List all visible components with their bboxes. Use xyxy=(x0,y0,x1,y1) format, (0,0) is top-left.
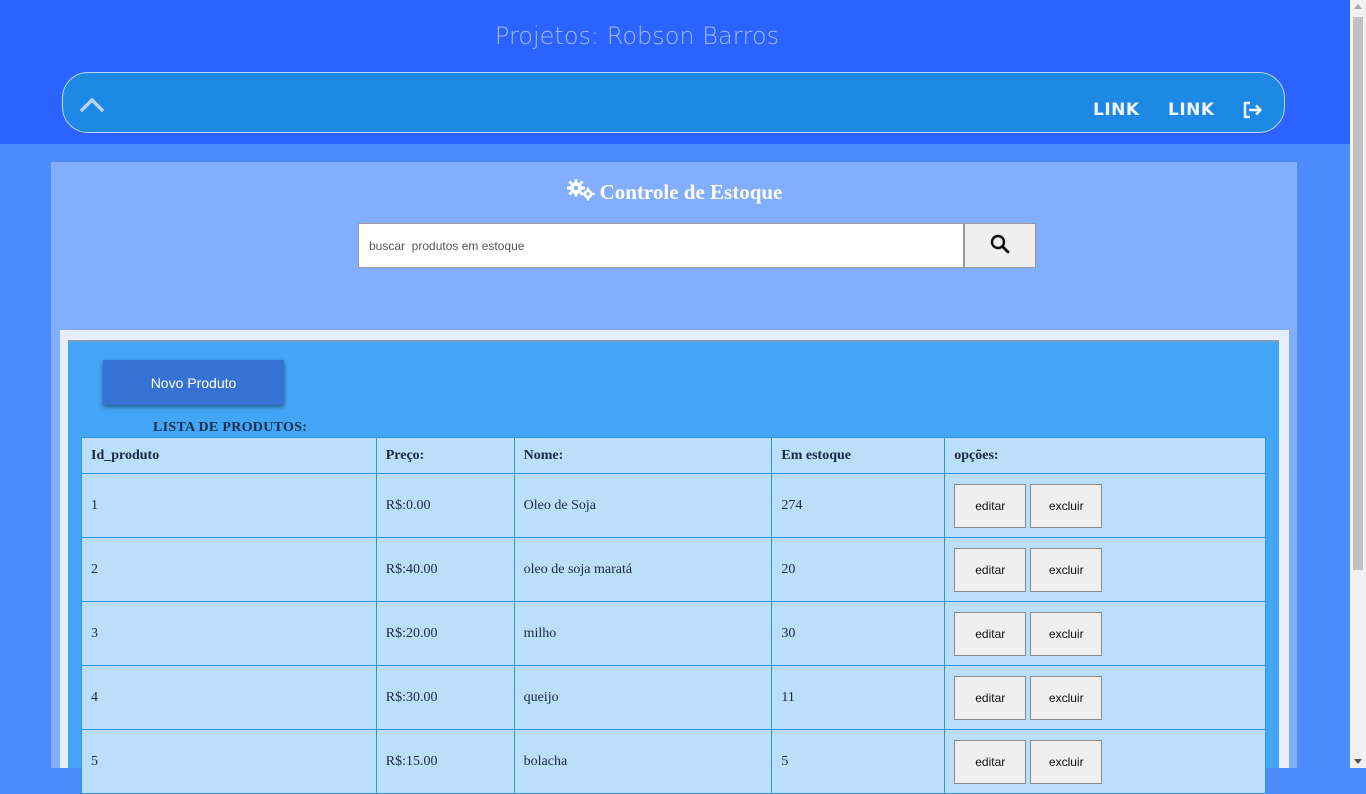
search-button[interactable] xyxy=(964,223,1036,268)
cell-name: milho xyxy=(513,601,773,666)
edit-button[interactable]: editar xyxy=(954,483,1027,528)
delete-button[interactable]: excluir xyxy=(1030,675,1103,720)
scrollbar[interactable] xyxy=(1350,0,1366,768)
column-header: Nome: xyxy=(513,437,773,474)
cell-id: 4 xyxy=(81,665,377,730)
table-row: 1 R$:0.00 Oleo de Soja 274 editar excluir xyxy=(81,473,1266,538)
column-header: Id_produto xyxy=(81,437,377,474)
gears-icon xyxy=(566,179,596,207)
cell-stock: 11 xyxy=(771,665,946,730)
column-header: Preço: xyxy=(375,437,515,474)
stock-panel: Controle de Estoque Novo Produto LISTA D… xyxy=(51,162,1297,794)
edit-button[interactable]: editar xyxy=(954,739,1027,784)
cell-stock: 5 xyxy=(771,729,946,794)
logout-icon[interactable] xyxy=(1241,100,1265,120)
nav-link-1[interactable]: LINK xyxy=(1093,100,1140,120)
search-input[interactable] xyxy=(358,223,964,268)
site-title: Projetos: Robson Barros xyxy=(494,22,780,50)
cell-stock: 274 xyxy=(771,473,946,538)
delete-button[interactable]: excluir xyxy=(1030,611,1103,656)
cell-price: R$:0.00 xyxy=(375,473,515,538)
cell-stock: 30 xyxy=(771,601,946,666)
chevron-up-icon[interactable] xyxy=(77,94,107,114)
delete-button[interactable]: excluir xyxy=(1030,547,1103,592)
cell-price: R$:20.00 xyxy=(375,601,515,666)
edit-button[interactable]: editar xyxy=(954,675,1027,720)
cell-id: 1 xyxy=(81,473,377,538)
cell-name: bolacha xyxy=(513,729,773,794)
cell-name: oleo de soja maratá xyxy=(513,537,773,602)
panel-title: Controle de Estoque xyxy=(599,180,783,204)
table-row: 4 R$:30.00 queijo 11 editar excluir xyxy=(81,665,1266,730)
cell-options: editar excluir xyxy=(944,473,1266,538)
cell-price: R$:40.00 xyxy=(375,537,515,602)
nav-link-2[interactable]: LINK xyxy=(1168,100,1215,120)
panel-heading: Controle de Estoque xyxy=(51,179,1297,207)
new-product-button[interactable]: Novo Produto xyxy=(103,360,284,405)
content-frame: Novo Produto LISTA DE PRODUTOS: Id_produ… xyxy=(60,330,1289,794)
navbar: LINK LINK xyxy=(62,72,1285,133)
list-caption: LISTA DE PRODUTOS: xyxy=(153,420,308,435)
table-header-row: Id_produto Preço: Nome: Em estoque opçõe… xyxy=(81,437,1266,474)
table-row: 5 R$:15.00 bolacha 5 editar excluir xyxy=(81,729,1266,794)
search-icon xyxy=(990,234,1010,257)
cell-price: R$:15.00 xyxy=(375,729,515,794)
scrollbar-thumb[interactable] xyxy=(1353,17,1363,570)
edit-button[interactable]: editar xyxy=(954,611,1027,656)
table-row: 3 R$:20.00 milho 30 editar excluir xyxy=(81,601,1266,666)
cell-name: queijo xyxy=(513,665,773,730)
column-header: opções: xyxy=(944,437,1266,474)
cell-options: editar excluir xyxy=(944,665,1266,730)
cell-id: 5 xyxy=(81,729,377,794)
delete-button[interactable]: excluir xyxy=(1030,739,1103,784)
scroll-up-icon[interactable] xyxy=(1354,4,1362,9)
edit-button[interactable]: editar xyxy=(954,547,1027,592)
cell-options: editar excluir xyxy=(944,729,1266,794)
product-list-area: Novo Produto LISTA DE PRODUTOS: Id_produ… xyxy=(68,340,1279,794)
cell-options: editar excluir xyxy=(944,601,1266,666)
delete-button[interactable]: excluir xyxy=(1030,483,1103,528)
column-header: Em estoque xyxy=(771,437,946,474)
top-header: Projetos: Robson Barros LINK LINK xyxy=(0,0,1350,144)
cell-options: editar excluir xyxy=(944,537,1266,602)
products-table: Id_produto Preço: Nome: Em estoque opçõe… xyxy=(81,437,1266,794)
cell-price: R$:30.00 xyxy=(375,665,515,730)
cell-name: Oleo de Soja xyxy=(513,473,773,538)
table-row: 2 R$:40.00 oleo de soja maratá 20 editar… xyxy=(81,537,1266,602)
cell-id: 2 xyxy=(81,537,377,602)
cell-stock: 20 xyxy=(771,537,946,602)
scroll-down-icon[interactable] xyxy=(1354,759,1362,764)
cell-id: 3 xyxy=(81,601,377,666)
